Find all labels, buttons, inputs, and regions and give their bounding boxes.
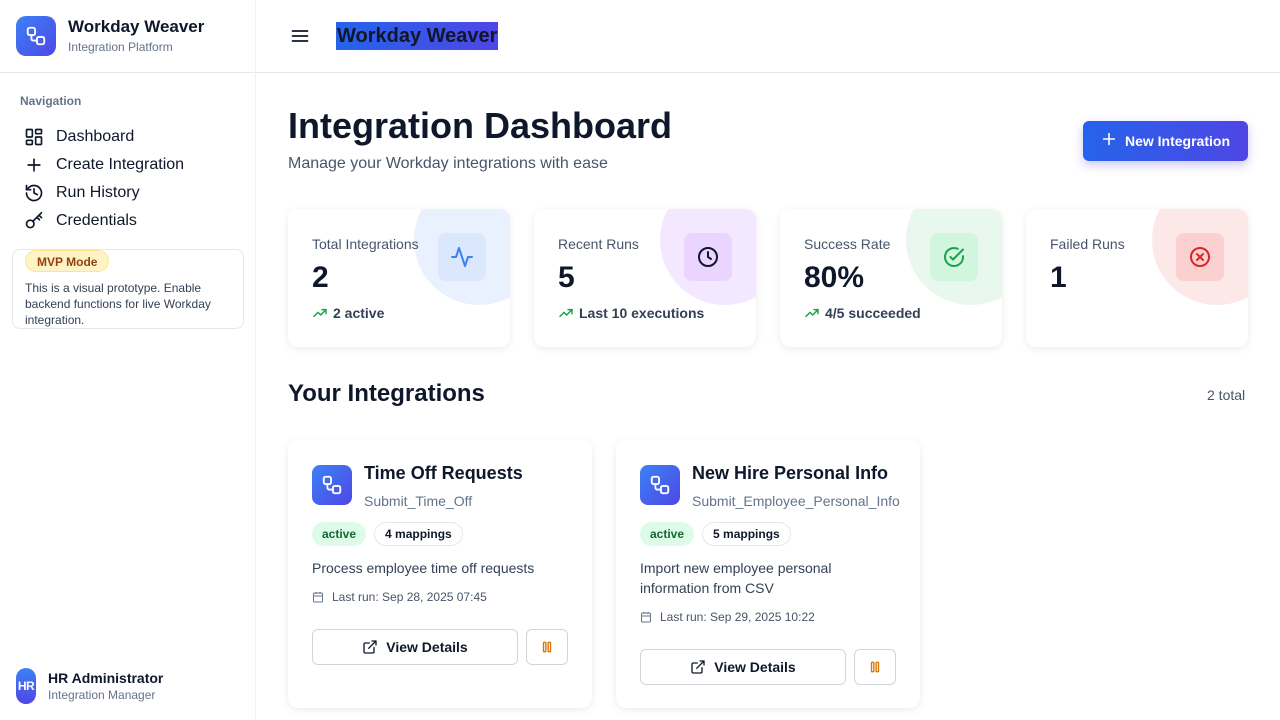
clock-icon — [684, 233, 732, 281]
grid-icon — [24, 127, 44, 147]
header-title: Workday Weaver — [336, 22, 499, 50]
trending-up-icon — [313, 308, 327, 318]
calendar-icon — [313, 592, 323, 603]
last-run-text: Last run: Sep 28, 2025 07:45 — [332, 590, 487, 604]
page-subtitle: Manage your Workday integrations with ea… — [288, 155, 608, 172]
pause-icon — [870, 661, 880, 673]
trending-up-icon — [559, 308, 573, 318]
stat-card-success-rate: Success Rate 80% 4/5 succeeded — [780, 209, 1002, 347]
section-title: Your Integrations — [288, 380, 485, 407]
view-details-button[interactable]: View Details — [312, 629, 518, 665]
sidebar-item-label: Dashboard — [56, 128, 135, 145]
mvp-notice: MVP Mode This is a visual prototype. Ena… — [12, 249, 244, 329]
mvp-description: This is a visual prototype. Enable backe… — [25, 281, 211, 327]
avatar: HR — [16, 668, 36, 704]
stat-value: 80% — [804, 261, 865, 294]
user-role: Integration Manager — [48, 688, 156, 702]
integration-operation: Submit_Employee_Personal_Info — [692, 493, 900, 509]
view-details-label: View Details — [386, 639, 468, 655]
plus-icon — [1101, 131, 1117, 151]
key-icon — [24, 211, 44, 231]
sidebar-item-credentials[interactable]: Credentials — [24, 207, 184, 235]
external-link-icon — [363, 640, 377, 654]
brand-subtitle: Integration Platform — [68, 40, 173, 54]
section-count: 2 total — [1207, 387, 1246, 403]
x-circle-icon — [1176, 233, 1224, 281]
sidebar-item-run-history[interactable]: Run History — [24, 179, 184, 207]
pause-button[interactable] — [526, 629, 568, 665]
integration-description: Process employee time off requests — [312, 560, 535, 576]
stat-trend: 2 active — [312, 305, 384, 321]
sidebar-item-create-integration[interactable]: Create Integration — [24, 151, 184, 179]
sidebar-item-dashboard[interactable]: Dashboard — [24, 123, 184, 151]
activity-icon — [438, 233, 486, 281]
integration-description: Import new employee personal information… — [640, 560, 832, 596]
stat-trend-text: 2 active — [333, 305, 385, 321]
menu-icon[interactable] — [290, 26, 310, 46]
integration-card: Time Off Requests Submit_Time_Off active… — [288, 440, 592, 708]
sidebar: Workday Weaver Integration Platform Navi… — [0, 0, 256, 720]
stat-label: Failed Runs — [1050, 236, 1125, 252]
sidebar-item-label: Credentials — [56, 212, 137, 229]
sidebar-item-label: Run History — [56, 184, 140, 201]
integration-operation: Submit_Time_Off — [364, 493, 473, 509]
stat-card-total-integrations: Total Integrations 2 2 active — [288, 209, 510, 347]
stat-card-recent-runs: Recent Runs 5 Last 10 executions — [534, 209, 756, 347]
calendar-icon — [641, 612, 651, 623]
mappings-badge: 4 mappings — [374, 522, 463, 546]
external-link-icon — [691, 660, 705, 674]
mvp-badge: MVP Mode — [25, 250, 110, 272]
stat-value: 2 — [312, 261, 329, 294]
stat-trend-text: 4/5 succeeded — [825, 305, 921, 321]
stat-trend-text: Last 10 executions — [579, 305, 705, 321]
brand-title: Workday Weaver — [68, 17, 205, 36]
integration-card: New Hire Personal Info Submit_Employee_P… — [616, 440, 920, 708]
pause-button[interactable] — [854, 649, 896, 685]
mappings-badge: 5 mappings — [702, 522, 791, 546]
integration-name: New Hire Personal Info — [692, 463, 889, 483]
stat-trend: 4/5 succeeded — [804, 305, 921, 321]
pause-icon — [542, 641, 552, 653]
status-badge: active — [640, 522, 695, 546]
check-circle-icon — [930, 233, 978, 281]
brand: Workday Weaver Integration Platform — [0, 0, 255, 73]
workflow-icon — [312, 465, 352, 505]
new-integration-label: New Integration — [1124, 133, 1230, 149]
last-run: Last run: Sep 28, 2025 07:45 — [312, 590, 487, 604]
stat-label: Total Integrations — [312, 236, 419, 252]
stat-trend: Last 10 executions — [558, 305, 704, 321]
new-integration-button[interactable]: New Integration — [1083, 121, 1248, 161]
sidebar-item-label: Create Integration — [56, 156, 185, 173]
workflow-logo-icon — [16, 16, 56, 56]
trending-up-icon — [805, 308, 819, 318]
stat-value: 1 — [1050, 261, 1067, 294]
status-badge: active — [312, 522, 367, 546]
nav-heading: Navigation — [20, 94, 82, 108]
page-title: Integration Dashboard — [288, 105, 673, 146]
stat-value: 5 — [558, 261, 575, 294]
view-details-label: View Details — [714, 659, 796, 675]
last-run: Last run: Sep 29, 2025 10:22 — [640, 610, 815, 624]
history-icon — [24, 183, 44, 203]
workflow-icon — [640, 465, 680, 505]
user-profile[interactable]: HR HR Administrator Integration Manager — [16, 668, 163, 704]
user-name: HR Administrator — [48, 670, 164, 686]
stat-card-failed-runs: Failed Runs 1 — [1026, 209, 1248, 347]
last-run-text: Last run: Sep 29, 2025 10:22 — [660, 610, 815, 624]
integration-name: Time Off Requests — [364, 463, 523, 483]
stat-label: Recent Runs — [558, 236, 639, 252]
view-details-button[interactable]: View Details — [640, 649, 846, 685]
stat-label: Success Rate — [804, 236, 891, 252]
plus-icon — [24, 155, 44, 175]
top-bar: Workday Weaver — [256, 0, 1280, 73]
sidebar-nav: Dashboard Create Integration Run History… — [24, 123, 184, 235]
